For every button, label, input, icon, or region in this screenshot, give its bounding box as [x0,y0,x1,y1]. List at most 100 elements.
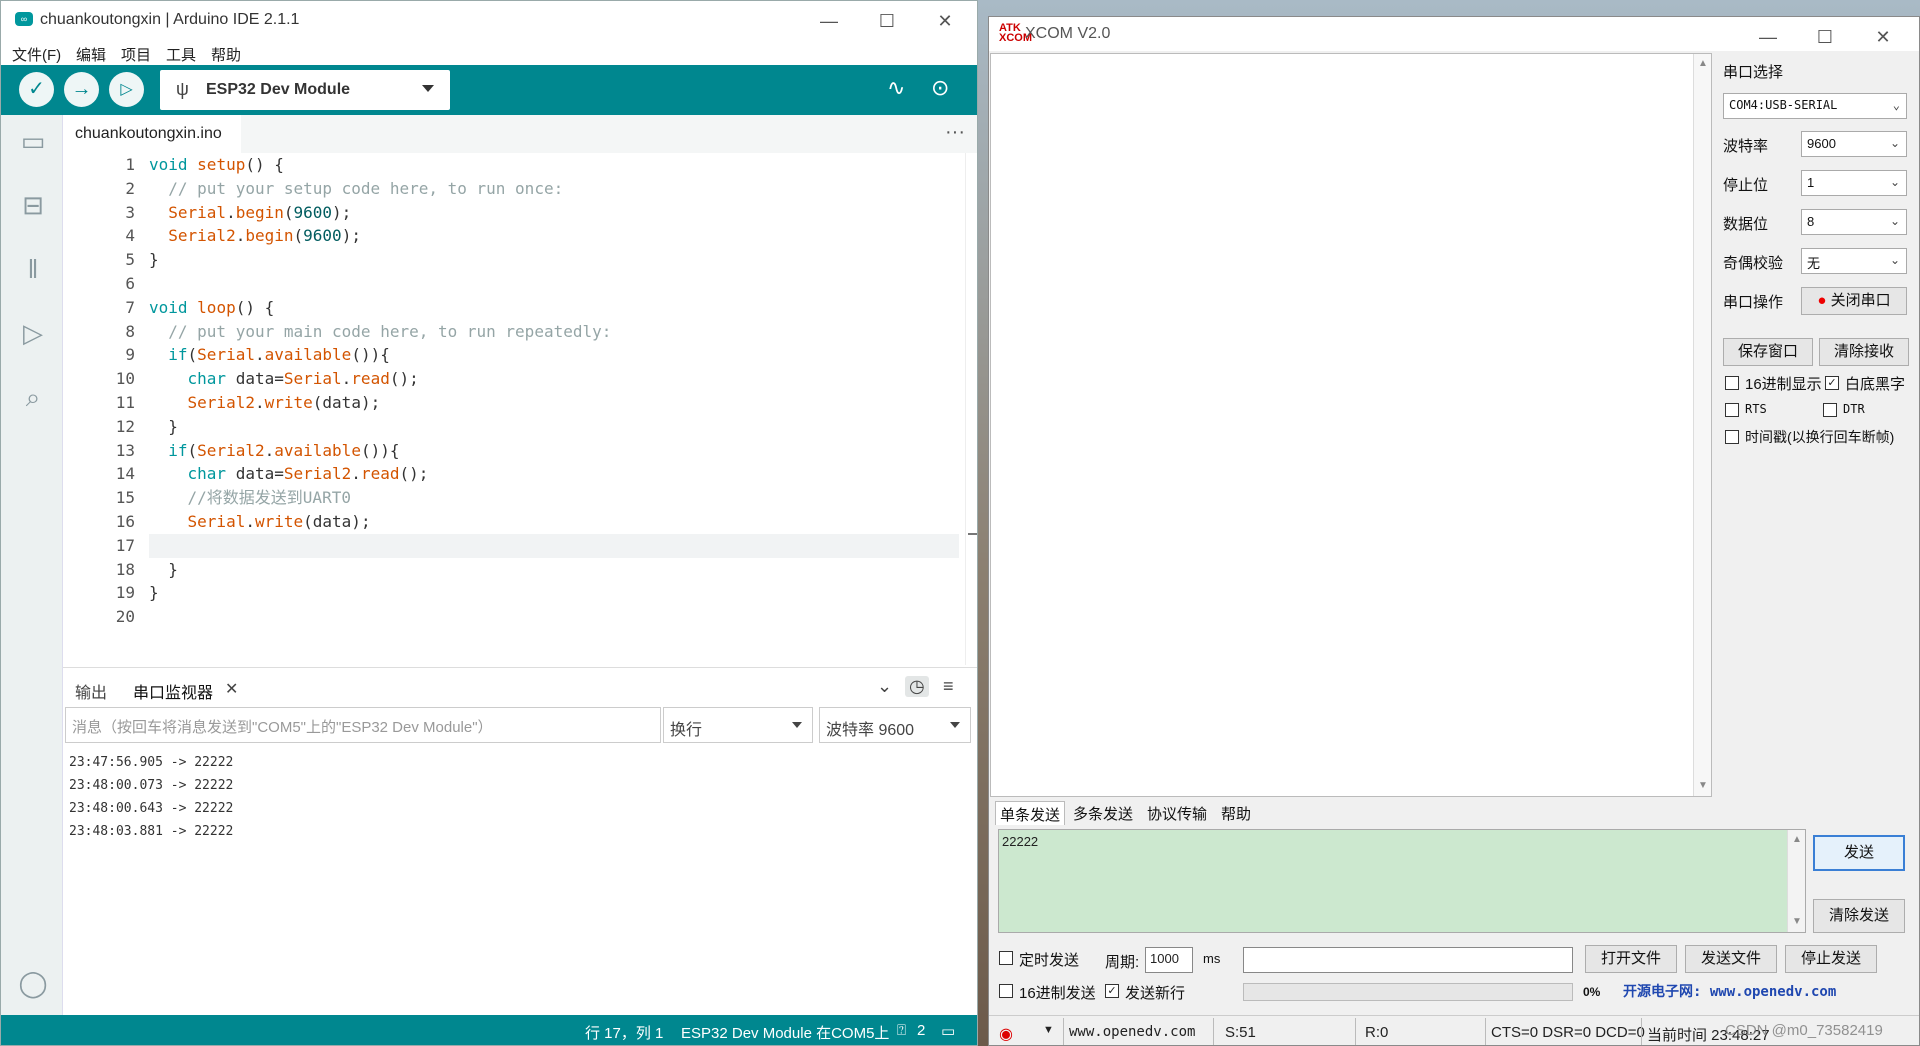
save-window-button[interactable]: 保存窗口 [1723,338,1813,366]
scroll-down-icon[interactable]: ▼ [1792,916,1802,927]
close-button[interactable]: ✕ [927,7,963,35]
code-line[interactable]: char data=Serial2.read(); [149,462,959,486]
hex-display-checkbox[interactable] [1725,376,1739,390]
board-port-status[interactable]: ESP32 Dev Module 在COM5上 [681,1022,889,1043]
library-icon[interactable]: ‖ [17,253,49,285]
minimize-button[interactable]: — [811,7,847,35]
folder-icon[interactable]: ▭ [17,125,49,157]
chevron-down-icon[interactable]: ▼ [1043,1024,1054,1036]
menu-file[interactable]: 文件(F) [12,44,61,65]
receive-area[interactable]: ▲ ▼ [990,53,1712,797]
code-line[interactable] [149,272,959,296]
upload-button[interactable]: → [64,72,99,107]
tab-output[interactable]: 输出 [75,679,107,703]
code-line[interactable] [149,605,959,629]
line-ending-select[interactable]: 换行 [663,707,813,743]
notification-icon[interactable]: ⍰ [897,1022,906,1039]
code-area[interactable]: void setup() { // put your setup code he… [149,153,959,629]
code-line[interactable]: // put your setup code here, to run once… [149,177,959,201]
chevron-double-down-icon[interactable]: ⌄ [877,676,892,697]
baud-select[interactable]: 9600 ⌄ [1801,131,1907,157]
parity-select[interactable]: 无 ⌄ [1801,248,1907,274]
menu-help[interactable]: 帮助 [211,44,241,65]
tab-protocol[interactable]: 协议传输 [1143,801,1211,825]
close-button[interactable]: ✕ [1865,23,1901,51]
code-line[interactable]: Serial2.write(data); [149,391,959,415]
record-icon[interactable]: ◉ [999,1024,1013,1044]
clear-output-icon[interactable]: ≡ [943,676,954,697]
editor-scrollbar[interactable] [965,153,977,665]
white-black-checkbox[interactable]: ✓ [1825,376,1839,390]
cursor-position[interactable]: 行 17，列 1 [585,1022,663,1043]
menu-edit[interactable]: 编辑 [76,44,106,65]
website-banner[interactable]: 开源电子网: www.openedv.com [1623,981,1836,1001]
tab-sketch[interactable]: chuankoutongxin.ino [63,115,241,153]
more-icon[interactable]: ··· [945,121,965,144]
code-line[interactable]: if(Serial.available()){ [149,343,959,367]
send-text-area[interactable]: 22222 ▲ ▼ [998,829,1806,933]
file-path-input[interactable] [1243,947,1573,973]
code-line[interactable]: //将数据发送到UART0 [149,486,959,510]
port-select[interactable]: COM4:USB-SERIAL ⌄ [1723,93,1907,119]
serial-monitor-icon[interactable]: ⊙ [931,75,949,101]
timestamp-toggle-icon[interactable]: ◷ [905,676,929,697]
code-line[interactable]: } [149,581,959,605]
minimize-button[interactable]: — [1750,23,1786,51]
code-line[interactable]: } [149,558,959,582]
board-selector[interactable]: ψ ESP32 Dev Module [160,70,450,110]
scroll-up-icon[interactable]: ▲ [1698,58,1708,69]
send-newline-checkbox[interactable]: ✓ [1105,984,1119,998]
dtr-checkbox[interactable] [1823,403,1837,417]
code-line[interactable]: Serial.write(data); [149,510,959,534]
serial-message-input[interactable]: 消息（按回车将消息发送到"COM5"上的"ESP32 Dev Module"） [65,707,661,743]
debug-button[interactable]: ▷ [109,72,144,107]
close-port-button[interactable]: ● 关闭串口 [1801,287,1907,315]
account-icon[interactable]: ◯ [17,967,49,999]
tab-serial-monitor[interactable]: 串口监视器 [133,679,213,703]
serial-plotter-icon[interactable]: ∿ [887,75,905,101]
close-icon[interactable]: ✕ [225,679,238,699]
status-url[interactable]: www.openedv.com [1069,1024,1195,1040]
code-line[interactable]: } [149,415,959,439]
clear-send-button[interactable]: 清除发送 [1813,899,1905,933]
hex-send-checkbox[interactable] [999,984,1013,998]
period-input[interactable]: 1000 [1145,947,1193,973]
code-line[interactable]: if(Serial2.available()){ [149,439,959,463]
code-line[interactable]: Serial2.begin(9600); [149,224,959,248]
timestamp-checkbox[interactable] [1725,430,1739,444]
data-bits-select[interactable]: 8 ⌄ [1801,209,1907,235]
scroll-up-icon[interactable]: ▲ [1792,834,1802,845]
scroll-down-icon[interactable]: ▼ [1698,780,1708,791]
timed-send-checkbox[interactable] [999,951,1013,965]
tab-help[interactable]: 帮助 [1217,801,1255,825]
tab-single-send[interactable]: 单条发送 [995,801,1066,825]
stop-send-button[interactable]: 停止发送 [1785,945,1877,973]
send-scrollbar[interactable]: ▲ ▼ [1787,830,1805,932]
send-file-button[interactable]: 发送文件 [1685,945,1777,973]
panel-toggle-icon[interactable]: ▭ [941,1022,955,1040]
code-line[interactable]: char data=Serial.read(); [149,367,959,391]
send-button[interactable]: 发送 [1813,835,1905,871]
code-line[interactable]: void loop() { [149,296,959,320]
verify-button[interactable]: ✓ [19,72,54,107]
code-line[interactable] [149,533,959,558]
search-icon[interactable]: ⌕ [17,381,49,413]
receive-scrollbar[interactable]: ▲ ▼ [1693,54,1711,796]
tab-multi-send[interactable]: 多条发送 [1069,801,1137,825]
maximize-button[interactable]: ☐ [869,7,905,35]
menu-tools[interactable]: 工具 [166,44,196,65]
code-line[interactable]: Serial.begin(9600); [149,201,959,225]
baud-rate-select[interactable]: 波特率 9600 [819,707,971,743]
code-line[interactable]: void setup() { [149,153,959,177]
code-editor[interactable]: 1 2 3 4 5 6 7 8 9 10 11 12 13 14 15 16 17 18 19 20 void set… [63,153,977,665]
clear-receive-button[interactable]: 清除接收 [1819,338,1909,366]
maximize-button[interactable]: ☐ [1807,23,1843,51]
menu-project[interactable]: 项目 [121,44,151,65]
stop-bits-select[interactable]: 1 ⌄ [1801,170,1907,196]
code-line[interactable]: } [149,248,959,272]
open-file-button[interactable]: 打开文件 [1585,945,1677,973]
code-line[interactable]: // put your main code here, to run repea… [149,320,959,344]
board-manager-icon[interactable]: ⊟ [17,189,49,221]
debug-icon[interactable]: ▷ [17,317,49,349]
rts-checkbox[interactable] [1725,403,1739,417]
